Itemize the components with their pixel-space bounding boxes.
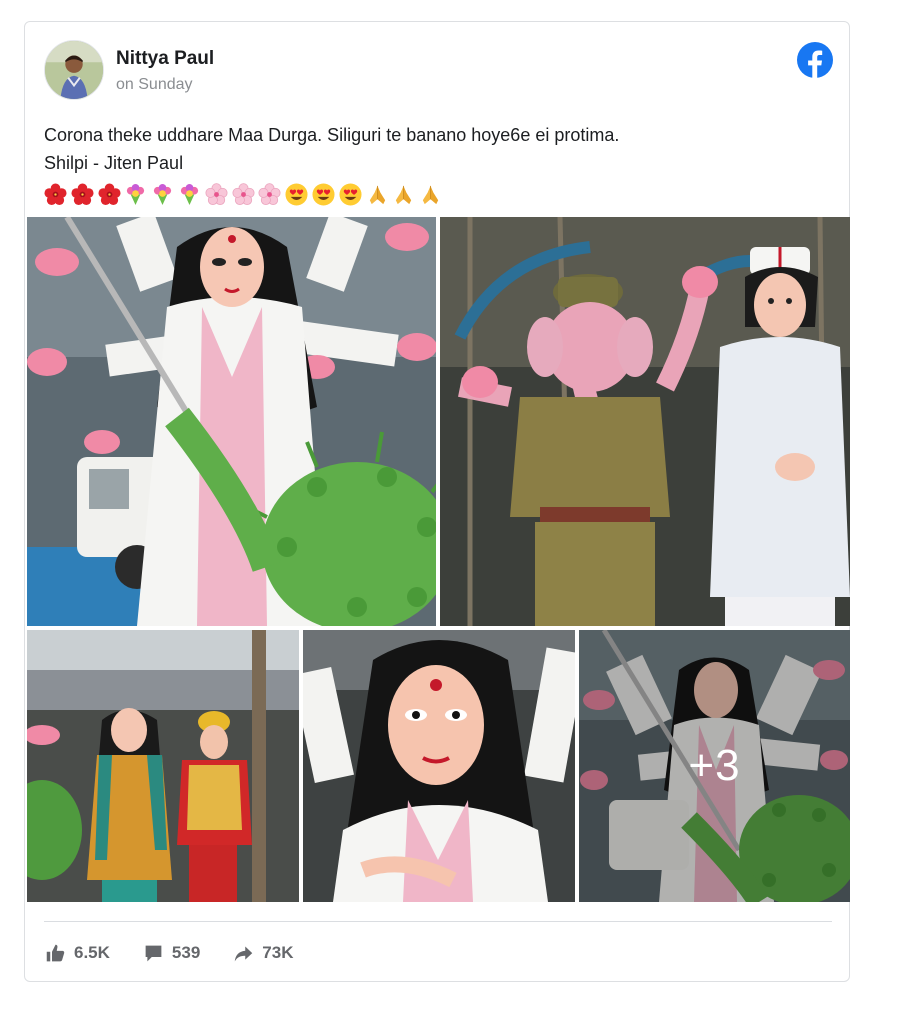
shares-count: 73K (262, 943, 294, 962)
comments-count: 539 (171, 943, 201, 962)
cherry-blossom-icon (232, 183, 255, 206)
hibiscus-icon (44, 183, 67, 206)
thumbs-up-icon (46, 944, 65, 961)
likes-count: 6.5K (74, 943, 110, 962)
bouquet-icon (178, 183, 201, 206)
post-text-line: Shilpi - Jiten Paul (44, 153, 184, 173)
folded-hands-icon (419, 183, 442, 206)
hibiscus-icon (71, 183, 94, 206)
heart-eyes-icon (285, 183, 308, 206)
heart-eyes-icon (312, 183, 335, 206)
post-text-line: Corona theke uddhare Maa Durga. Siliguri… (44, 125, 620, 145)
facebook-icon[interactable] (797, 42, 833, 78)
heart-eyes-icon (339, 183, 362, 206)
photo-ganesh-police-and-nurse[interactable] (440, 217, 850, 626)
photo-durga-face-closeup[interactable] (303, 630, 575, 902)
avatar-image (45, 41, 103, 99)
folded-hands-icon (392, 183, 415, 206)
cherry-blossom-icon (205, 183, 228, 206)
post-text: Corona theke uddhare Maa Durga. Siliguri… (44, 121, 824, 207)
avatar[interactable] (44, 40, 104, 100)
comment-icon (145, 945, 162, 961)
folded-hands-icon (366, 183, 389, 206)
photo-idols-in-workshop[interactable] (27, 630, 299, 902)
more-photos-overlay[interactable]: +3 (579, 630, 850, 902)
likes-stat[interactable]: 6.5K (45, 943, 110, 964)
more-photos-count: +3 (688, 741, 741, 790)
photo-durga-doctor-slaying-virus[interactable] (27, 217, 436, 626)
hibiscus-icon (98, 183, 121, 206)
facebook-post-card: Nittya Paul on Sunday Corona theke uddha… (24, 21, 850, 982)
bouquet-icon (124, 183, 147, 206)
engagement-bar: 6.5K 539 73K (45, 938, 326, 968)
shares-stat[interactable]: 73K (233, 943, 293, 964)
photo-durga-more[interactable]: +3 (579, 630, 850, 902)
bouquet-icon (151, 183, 174, 206)
author-name[interactable]: Nittya Paul (116, 48, 214, 70)
cherry-blossom-icon (258, 183, 281, 206)
comments-stat[interactable]: 539 (143, 943, 200, 964)
emoji-row (44, 179, 824, 207)
post-timestamp[interactable]: on Sunday (116, 76, 193, 94)
share-arrow-icon (235, 946, 253, 961)
divider (44, 921, 832, 922)
